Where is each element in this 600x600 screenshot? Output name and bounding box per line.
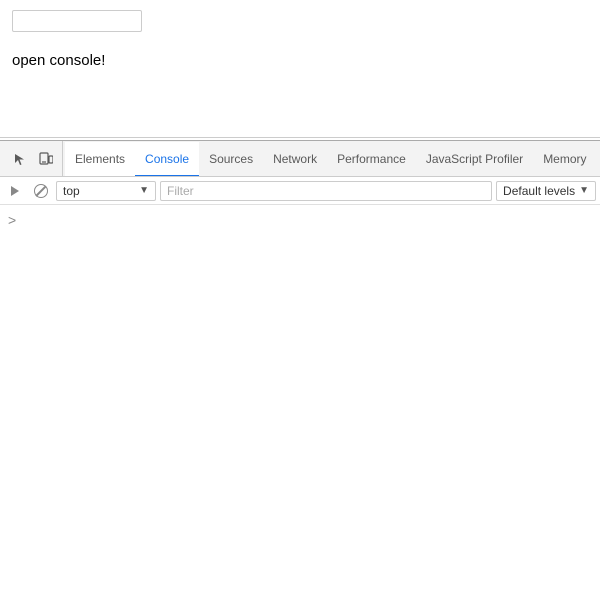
clear-icon[interactable]	[30, 180, 52, 202]
play-icon[interactable]	[4, 180, 26, 202]
devtools-icons	[4, 141, 63, 176]
console-toolbar: top ▼ Default levels ▼	[0, 177, 600, 205]
context-arrow-icon: ▼	[139, 185, 149, 196]
browser-page: open console!	[0, 0, 600, 138]
context-selector[interactable]: top ▼	[56, 181, 156, 201]
prompt-chevron-icon: >	[8, 211, 16, 231]
devtools-tab-bar: Elements Console Sources Network Perform…	[0, 141, 600, 177]
device-toggle-icon[interactable]	[36, 149, 56, 169]
tab-sources[interactable]: Sources	[199, 142, 263, 177]
tab-elements[interactable]: Elements	[65, 142, 135, 177]
tab-network[interactable]: Network	[263, 142, 327, 177]
tab-memory[interactable]: Memory	[533, 142, 596, 177]
tab-performance[interactable]: Performance	[327, 142, 416, 177]
url-bar[interactable]	[12, 10, 142, 32]
page-heading: open console!	[12, 52, 588, 69]
levels-label: Default levels	[503, 184, 575, 198]
cursor-icon[interactable]	[10, 149, 30, 169]
context-label: top	[63, 184, 80, 198]
tab-console[interactable]: Console	[135, 142, 199, 177]
levels-selector[interactable]: Default levels ▼	[496, 181, 596, 201]
console-prompt-row: >	[0, 209, 600, 233]
filter-input[interactable]	[160, 181, 492, 201]
devtools-panel: Elements Console Sources Network Perform…	[0, 140, 600, 600]
tab-js-profiler[interactable]: JavaScript Profiler	[416, 142, 533, 177]
console-content: >	[0, 205, 600, 600]
levels-arrow-icon: ▼	[579, 185, 589, 196]
